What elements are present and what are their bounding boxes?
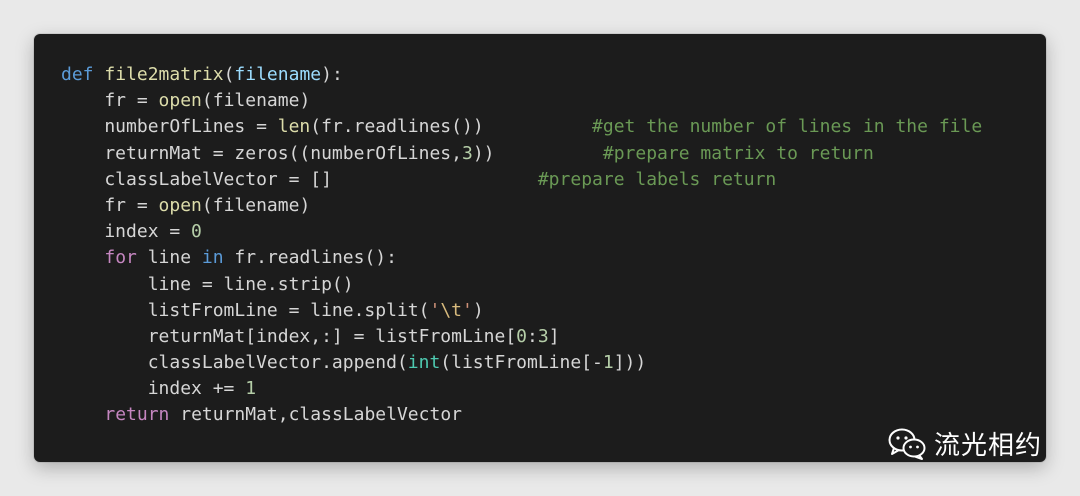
code-token-plain: fr = — [61, 194, 159, 216]
code-token-plain: numberOfLines = — [61, 116, 278, 138]
code-token-kw: def — [61, 64, 94, 85]
code-token-plain: : — [527, 325, 538, 347]
code-token-num: 3 — [537, 325, 549, 347]
code-token-param: filename — [234, 64, 322, 85]
watermark-text: 流光相约 — [933, 431, 1042, 461]
code-token-plain: ) — [472, 299, 484, 321]
code-token-plain: index += — [61, 378, 246, 400]
code-token-num: 1 — [602, 352, 614, 374]
code-token-plain: ])) — [613, 352, 647, 374]
code-token-comment: #get the number of lines in the file — [592, 116, 983, 138]
code-line: classLabelVector = [] #prepare labels re… — [61, 167, 982, 193]
code-line: def file2matrix(filename): — [61, 62, 982, 88]
code-token-fn: file2matrix — [104, 64, 224, 85]
code-line: classLabelVector.append(int(listFromLine… — [61, 350, 982, 376]
code-token-builtin: int — [407, 352, 441, 374]
code-token-plain: line = line.strip() — [61, 273, 354, 295]
code-token-num: 3 — [461, 142, 473, 164]
code-token-str: ' — [462, 299, 473, 321]
code-token-plain: classLabelVector.append( — [61, 352, 408, 374]
code-token-comment: #prepare labels return — [537, 168, 777, 190]
code-line: fr = open(filename) — [61, 193, 982, 219]
wechat-icon — [888, 428, 926, 460]
code-snippet-panel: def file2matrix(filename): fr = open(fil… — [34, 34, 1046, 462]
code-line: line = line.strip() — [61, 272, 982, 298]
code-token-plain: returnMat[index,:] = listFromLine[ — [61, 325, 517, 347]
code-token-plain: returnMat = zeros((numberOfLines, — [61, 142, 462, 164]
code-token-comment: #prepare matrix to return — [602, 142, 874, 164]
code-token-ret: for — [104, 247, 137, 269]
code-token-plain: ] — [548, 325, 560, 347]
code-line: listFromLine = line.split('\t') — [61, 298, 982, 324]
code-line: fr = open(filename) — [61, 88, 982, 114]
code-line: numberOfLines = len(fr.readlines()) #get… — [61, 114, 982, 140]
code-token-plain: fr = — [61, 90, 159, 112]
code-token-plain: listFromLine = line.split( — [61, 299, 430, 321]
code-token-plain: line — [136, 247, 202, 269]
code-block: def file2matrix(filename): fr = open(fil… — [61, 62, 982, 429]
code-token-plain: )) — [472, 142, 495, 164]
code-line: index = 0 — [61, 219, 982, 245]
code-token-str: ' — [429, 299, 441, 321]
code-token-ret: return — [104, 404, 170, 426]
code-token-num: 0 — [191, 221, 202, 243]
code-line: index += 1 — [61, 376, 982, 402]
watermark: 流光相约 — [888, 425, 1042, 462]
code-token-plain: fr.readlines(): — [223, 247, 397, 269]
code-token-kw: in — [201, 247, 224, 269]
code-line: return returnMat,classLabelVector — [61, 402, 982, 428]
code-token-plain: ): — [321, 64, 343, 85]
code-token-num: 1 — [245, 378, 257, 400]
code-token-fn: open — [158, 194, 202, 216]
code-token-num: 0 — [516, 325, 527, 347]
code-token-plain: (filename) — [201, 90, 311, 112]
code-token-plain: index = — [61, 221, 192, 243]
code-line: for line in fr.readlines(): — [61, 245, 982, 271]
code-token-esc: \t — [440, 299, 462, 321]
code-token-plain: (fr.readlines()) — [310, 116, 484, 138]
code-token-fn: len — [277, 116, 311, 138]
code-line: returnMat[index,:] = listFromLine[0:3] — [61, 324, 982, 350]
code-token-plain: classLabelVector = [] — [61, 168, 332, 190]
code-token-plain: (listFromLine[- — [440, 352, 603, 374]
code-line: returnMat = zeros((numberOfLines,3)) #pr… — [61, 141, 982, 167]
code-token-plain: (filename) — [201, 194, 311, 216]
code-token-plain: returnMat,classLabelVector — [169, 404, 462, 426]
code-token-plain: ( — [223, 64, 235, 85]
code-token-fn: open — [158, 90, 202, 112]
